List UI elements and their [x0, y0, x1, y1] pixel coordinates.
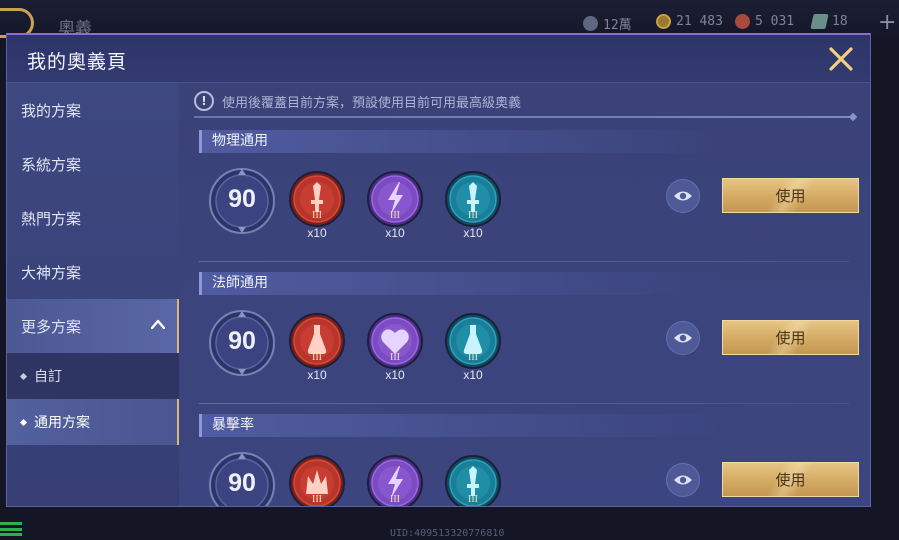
- rune-tier: III: [312, 352, 322, 363]
- divider: [199, 261, 849, 262]
- modal-header: 我的奧義頁: [7, 35, 870, 83]
- section-title: 物理通用: [199, 130, 719, 153]
- rune-slot[interactable]: III x10: [366, 170, 424, 250]
- plan-card-mage: 法師通用 90 III x10 III x10 III x10 使用: [199, 272, 859, 414]
- gold-coin-icon: [656, 14, 671, 29]
- sidebar-subitem-custom[interactable]: 自訂: [7, 353, 179, 399]
- background-top-bar: 奧義 12萬 21 483 5 031 18 +: [0, 0, 899, 39]
- close-icon: [829, 47, 853, 71]
- add-currency-button[interactable]: +: [878, 10, 896, 35]
- rune-slot[interactable]: III x10: [288, 312, 346, 392]
- preview-button[interactable]: [666, 179, 700, 213]
- section-title: 法師通用: [199, 272, 719, 295]
- section-title: 暴擊率: [199, 414, 719, 437]
- resource-value: 18: [832, 14, 848, 29]
- rune-count: x10: [385, 226, 405, 240]
- rune-slot[interactable]: III x10: [444, 454, 502, 506]
- rune-count: x10: [463, 226, 483, 240]
- resource-tickets: 5 031: [735, 14, 794, 29]
- diamond-currency-icon: [583, 16, 598, 31]
- plan-card-crit-rate: 暴擊率 90 III x10 III x10 III x10: [199, 414, 859, 506]
- sidebar-item-system-plans[interactable]: 系統方案: [7, 137, 179, 191]
- rune-slot[interactable]: III x10: [288, 170, 346, 250]
- rune-slot[interactable]: III x10: [288, 454, 346, 506]
- rune-page-modal: 我的奧義頁 我的方案 系統方案 熱門方案 大神方案 更多方案 自訂 通用方案 !…: [6, 33, 871, 507]
- rune-tier: III: [390, 494, 400, 505]
- rune-slot[interactable]: III x10: [366, 312, 424, 392]
- rune-tier: III: [468, 210, 478, 221]
- rune-count: x10: [307, 368, 327, 382]
- resource-gold: 21 483: [656, 14, 723, 29]
- sidebar-item-label: 更多方案: [21, 317, 82, 336]
- notice: ! 使用後覆蓋目前方案，預設使用目前可用最高級奧義: [194, 91, 521, 111]
- rune-slot[interactable]: III x10: [444, 312, 502, 392]
- eye-icon: [674, 191, 692, 201]
- user-id-label: UID:409513320776810: [390, 528, 505, 539]
- bullet-icon: [19, 418, 28, 426]
- resource-value: 12萬: [603, 18, 632, 33]
- rune-tier: III: [390, 352, 400, 363]
- divider: [199, 403, 849, 404]
- bullet-icon: [19, 372, 28, 380]
- close-button[interactable]: [826, 44, 856, 74]
- rune-tier: III: [312, 494, 322, 505]
- use-button-label: 使用: [775, 187, 806, 205]
- modal-title: 我的奧義頁: [27, 51, 128, 73]
- eye-icon: [674, 475, 692, 485]
- use-button-label: 使用: [775, 471, 806, 489]
- use-button-label: 使用: [775, 329, 806, 347]
- use-button[interactable]: 使用: [722, 462, 859, 497]
- resource-diamonds: 12萬: [583, 14, 632, 33]
- use-button[interactable]: 使用: [722, 320, 859, 355]
- menu-icon[interactable]: [0, 522, 22, 536]
- sidebar-item-more-plans[interactable]: 更多方案: [7, 299, 179, 353]
- preview-button[interactable]: [666, 463, 700, 497]
- rune-level: 90: [228, 469, 256, 497]
- use-button[interactable]: 使用: [722, 178, 859, 213]
- sidebar: 我的方案 系統方案 熱門方案 大神方案 更多方案 自訂 通用方案: [7, 83, 179, 506]
- eye-icon: [674, 333, 692, 343]
- info-icon: !: [194, 91, 214, 111]
- plan-card-physical: 物理通用 90 III x10 III x10 III x10 使用: [199, 130, 859, 272]
- voucher-icon: [810, 14, 829, 29]
- rune-slot[interactable]: III x10: [444, 170, 502, 250]
- rune-tier: III: [390, 210, 400, 221]
- resource-value: 21 483: [676, 14, 723, 29]
- plan-list[interactable]: ! 使用後覆蓋目前方案，預設使用目前可用最高級奧義 物理通用 90 III x1…: [179, 83, 870, 506]
- preview-button[interactable]: [666, 321, 700, 355]
- sidebar-item-popular-plans[interactable]: 熱門方案: [7, 191, 179, 245]
- rune-count: x10: [385, 368, 405, 382]
- rune-tier: III: [312, 210, 322, 221]
- rune-level: 90: [228, 327, 256, 355]
- sidebar-item-my-plans[interactable]: 我的方案: [7, 83, 179, 137]
- resource-vouchers: 18: [810, 14, 848, 29]
- rune-count: x10: [307, 226, 327, 240]
- sidebar-item-pro-plans[interactable]: 大神方案: [7, 245, 179, 299]
- sidebar-subitem-general-plans[interactable]: 通用方案: [7, 399, 179, 445]
- rune-tier: III: [468, 352, 478, 363]
- rune-level: 90: [228, 185, 256, 213]
- chevron-up-icon: [151, 319, 165, 329]
- resource-value: 5 031: [755, 14, 795, 29]
- notice-text: 使用後覆蓋目前方案，預設使用目前可用最高級奧義: [222, 95, 522, 111]
- rune-count: x10: [463, 368, 483, 382]
- sidebar-subitem-label: 自訂: [34, 369, 62, 385]
- divider: [194, 116, 854, 118]
- rune-tier: III: [468, 494, 478, 505]
- sidebar-subitem-label: 通用方案: [34, 415, 90, 431]
- ticket-currency-icon: [735, 14, 750, 29]
- rune-slot[interactable]: III x10: [366, 454, 424, 506]
